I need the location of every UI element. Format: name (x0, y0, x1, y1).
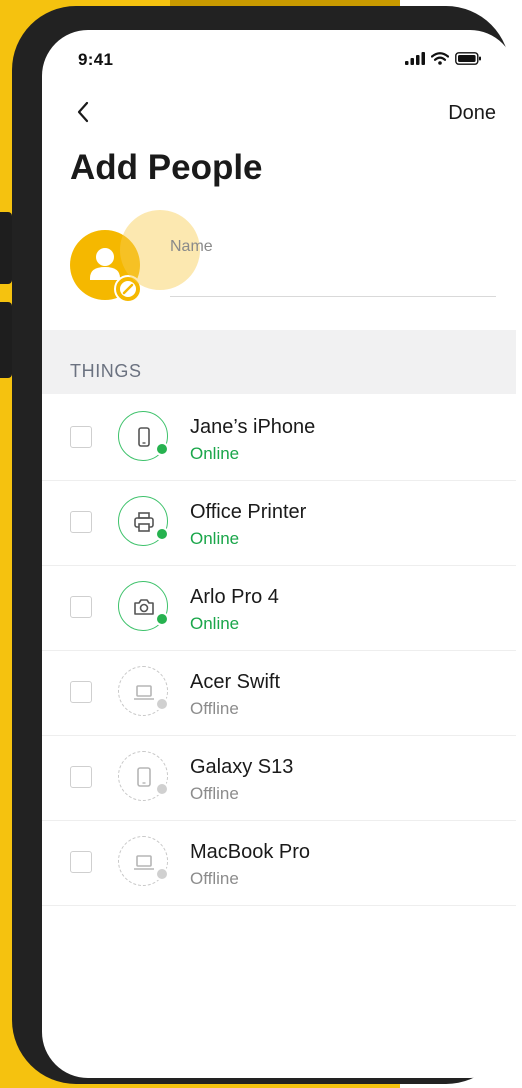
status-dot-offline (155, 867, 169, 881)
device-status: Offline (190, 869, 239, 888)
volume-up-button (0, 212, 12, 284)
tablet-icon (137, 767, 151, 787)
device-name: MacBook Pro (190, 841, 311, 863)
camera-icon (134, 599, 154, 615)
status-dot-online (155, 612, 169, 626)
laptop-icon (134, 855, 154, 870)
device-status: Online (190, 444, 240, 463)
device-icon-container (118, 496, 169, 546)
device-status: Online (190, 529, 240, 548)
section-title: THINGS (70, 361, 142, 381)
status-dot-offline (155, 782, 169, 796)
app-screen: 9:41 Done Add People Name THINGS Jane’s … (42, 30, 516, 1078)
device-checkbox[interactable] (70, 426, 92, 448)
device-icon-container (118, 836, 169, 886)
wifi-icon (431, 52, 449, 65)
device-name: Galaxy S13 (190, 756, 294, 778)
phone-frame: 9:41 Done Add People Name THINGS Jane’s … (12, 6, 516, 1084)
device-row[interactable]: Acer Swift Offline (42, 651, 516, 736)
name-input[interactable] (170, 260, 496, 297)
status-dot-online (155, 527, 169, 541)
status-dot-offline (155, 697, 169, 711)
device-row[interactable]: Jane’s iPhone Online (42, 396, 516, 481)
device-icon-container (118, 666, 169, 716)
phone-icon (138, 427, 150, 447)
volume-down-button (0, 302, 12, 378)
device-list: Jane’s iPhone Online Office Printer Onli… (42, 396, 516, 906)
status-dot-online (155, 442, 169, 456)
device-row[interactable]: Office Printer Online (42, 481, 516, 566)
chevron-left-icon (77, 101, 89, 123)
device-checkbox[interactable] (70, 851, 92, 873)
device-checkbox[interactable] (70, 511, 92, 533)
device-name: Office Printer (190, 501, 307, 523)
laptop-icon (134, 685, 154, 700)
device-icon-container (118, 751, 169, 801)
back-button[interactable] (72, 100, 96, 124)
page-title: Add People (70, 148, 263, 187)
device-checkbox[interactable] (70, 596, 92, 618)
status-time: 9:41 (78, 50, 114, 69)
device-icon-container (118, 411, 169, 461)
name-label: Name (170, 238, 213, 255)
device-name: Jane’s iPhone (190, 416, 316, 438)
status-icons (405, 52, 482, 65)
battery-icon (455, 52, 481, 65)
device-status: Online (190, 614, 240, 633)
device-name: Acer Swift (190, 671, 281, 693)
printer-icon (134, 512, 154, 532)
device-row[interactable]: MacBook Pro Offline (42, 821, 516, 906)
device-status: Offline (190, 784, 239, 803)
done-button[interactable]: Done (448, 102, 496, 125)
device-name: Arlo Pro 4 (190, 586, 279, 608)
device-icon-container (118, 581, 169, 631)
signal-icon (405, 52, 425, 65)
device-checkbox[interactable] (70, 766, 92, 788)
device-checkbox[interactable] (70, 681, 92, 703)
device-status: Offline (190, 699, 239, 718)
device-row[interactable]: Galaxy S13 Offline (42, 736, 516, 821)
device-row[interactable]: Arlo Pro 4 Online (42, 566, 516, 651)
